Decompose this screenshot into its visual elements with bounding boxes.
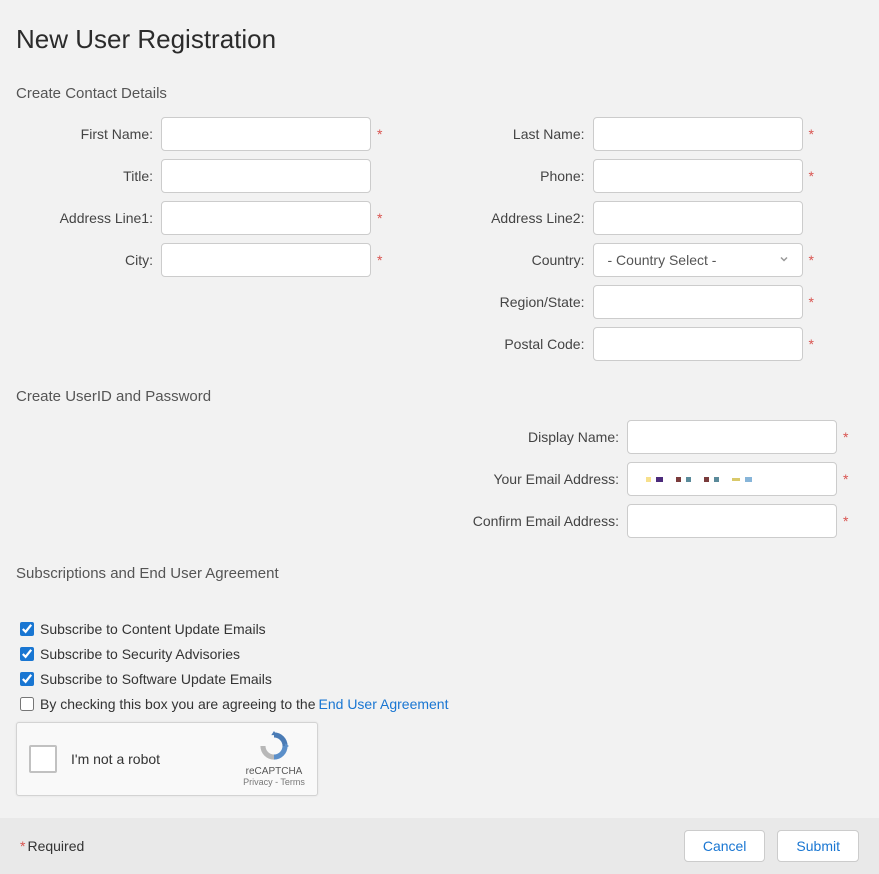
label-phone: Phone: <box>448 168 593 184</box>
page-title: New User Registration <box>16 24 859 55</box>
recaptcha-brand: reCAPTCHA <box>241 766 307 777</box>
recaptcha-logo: reCAPTCHA Privacy - Terms <box>241 729 307 787</box>
label-country: Country: <box>448 252 593 268</box>
label-first-name: First Name: <box>16 126 161 142</box>
region-state-input[interactable] <box>593 285 803 319</box>
eula-checkbox[interactable] <box>20 697 34 711</box>
label-display-name: Display Name: <box>437 429 627 445</box>
recaptcha-text: I'm not a robot <box>71 751 160 767</box>
section-contact-title: Create Contact Details <box>16 85 859 102</box>
required-note: *Required <box>20 838 84 854</box>
recaptcha-icon <box>257 729 291 763</box>
postal-code-input[interactable] <box>593 327 803 361</box>
required-text: Required <box>27 838 84 854</box>
email-input[interactable] <box>627 462 837 496</box>
country-select-value: - Country Select - <box>608 252 717 268</box>
label-region-state: Region/State: <box>448 294 593 310</box>
label-email: Your Email Address: <box>437 471 627 487</box>
country-select[interactable]: - Country Select - <box>593 243 803 277</box>
required-indicator: * <box>843 513 848 529</box>
confirm-email-input[interactable] <box>627 504 837 538</box>
security-advisories-label: Subscribe to Security Advisories <box>40 646 240 662</box>
address-line1-input[interactable] <box>161 201 371 235</box>
recaptcha-widget[interactable]: I'm not a robot reCAPTCHA Privacy - Term… <box>16 722 318 796</box>
footer-bar: *Required Cancel Submit <box>0 818 879 874</box>
eula-link[interactable]: End User Agreement <box>319 696 449 712</box>
cancel-button[interactable]: Cancel <box>684 830 766 862</box>
required-indicator: * <box>809 168 814 184</box>
required-indicator: * <box>843 471 848 487</box>
phone-input[interactable] <box>593 159 803 193</box>
required-indicator: * <box>843 429 848 445</box>
title-input[interactable] <box>161 159 371 193</box>
required-indicator: * <box>377 252 382 268</box>
display-name-input[interactable] <box>627 420 837 454</box>
section-credentials-title: Create UserID and Password <box>16 388 859 405</box>
label-confirm-email: Confirm Email Address: <box>437 513 627 529</box>
eula-prefix-text: By checking this box you are agreeing to… <box>40 696 316 712</box>
first-name-input[interactable] <box>161 117 371 151</box>
content-updates-checkbox[interactable] <box>20 622 34 636</box>
email-masked-value <box>636 477 752 482</box>
content-updates-label: Subscribe to Content Update Emails <box>40 621 266 637</box>
recaptcha-checkbox[interactable] <box>29 745 57 773</box>
label-address-line2: Address Line2: <box>448 210 593 226</box>
required-indicator: * <box>377 210 382 226</box>
required-indicator: * <box>809 336 814 352</box>
label-last-name: Last Name: <box>448 126 593 142</box>
label-city: City: <box>16 252 161 268</box>
required-indicator: * <box>377 126 382 142</box>
security-advisories-checkbox[interactable] <box>20 647 34 661</box>
label-postal-code: Postal Code: <box>448 336 593 352</box>
section-subscriptions-title: Subscriptions and End User Agreement <box>16 565 859 582</box>
chevron-down-icon <box>778 253 790 268</box>
label-title: Title: <box>16 168 161 184</box>
required-indicator: * <box>809 126 814 142</box>
required-asterisk: * <box>20 838 25 854</box>
software-updates-checkbox[interactable] <box>20 672 34 686</box>
submit-button[interactable]: Submit <box>777 830 859 862</box>
label-address-line1: Address Line1: <box>16 210 161 226</box>
required-indicator: * <box>809 294 814 310</box>
required-indicator: * <box>809 252 814 268</box>
recaptcha-legal-links[interactable]: Privacy - Terms <box>241 777 307 787</box>
address-line2-input[interactable] <box>593 201 803 235</box>
city-input[interactable] <box>161 243 371 277</box>
software-updates-label: Subscribe to Software Update Emails <box>40 671 272 687</box>
last-name-input[interactable] <box>593 117 803 151</box>
